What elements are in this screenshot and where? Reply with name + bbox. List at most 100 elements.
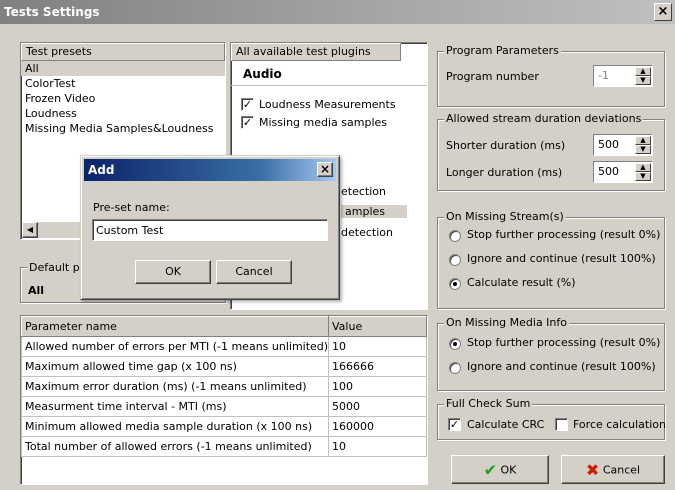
force-calculation-label[interactable]: Force calculation: [573, 418, 666, 431]
spin-down-icon[interactable]: ▼: [635, 145, 651, 154]
plugin-label[interactable]: Missing media samples: [259, 116, 387, 129]
spin-down-icon[interactable]: ▼: [635, 76, 651, 85]
add-dialog-close-button[interactable]: ×: [317, 162, 333, 177]
shorter-duration-value[interactable]: 500: [598, 138, 619, 151]
longer-duration-value[interactable]: 500: [598, 165, 619, 178]
close-icon: ×: [319, 162, 331, 176]
radio-label[interactable]: Stop further processing (result 0%): [467, 336, 660, 349]
table-row[interactable]: Allowed number of errors per MTI (-1 mea…: [21, 336, 427, 357]
parameter-value-cell[interactable]: 100: [328, 376, 427, 397]
preset-list-item[interactable]: ColorTest: [21, 76, 225, 91]
col-parameter-name[interactable]: Parameter name: [21, 316, 329, 337]
program-number-value[interactable]: -1: [598, 69, 609, 82]
default-preset-label: Default p: [27, 261, 82, 274]
parameter-name-cell: Maximum error duration (ms) (-1 means un…: [21, 376, 329, 397]
radio-label[interactable]: Calculate result (%): [467, 276, 576, 289]
radio-label[interactable]: Stop further processing (result 0%): [467, 228, 660, 241]
add-dialog-cancel-label: Cancel: [235, 265, 273, 278]
table-row[interactable]: Maximum error duration (ms) (-1 means un…: [21, 376, 427, 397]
col-value[interactable]: Value: [328, 316, 427, 337]
add-dialog-ok-label: OK: [165, 265, 181, 278]
cancel-x-icon: ✖: [585, 460, 600, 480]
radio-button[interactable]: [449, 278, 461, 290]
plugin-checkbox[interactable]: ✓: [241, 98, 254, 111]
radio-label[interactable]: Ignore and continue (result 100%): [467, 252, 656, 265]
missing-media-group: [437, 323, 665, 391]
plugin-checkbox[interactable]: ✓: [241, 116, 254, 129]
ok-button[interactable]: ✔ OK: [451, 455, 549, 484]
plugins-group-audio: Audio: [243, 67, 282, 81]
presets-header: Test presets: [21, 43, 225, 61]
scroll-left-button[interactable]: ◀: [22, 222, 38, 238]
parameter-value-cell[interactable]: 10: [328, 336, 427, 357]
shorter-duration-spinner[interactable]: 500 ▲ ▼: [593, 134, 653, 156]
spin-down-icon[interactable]: ▼: [635, 172, 651, 181]
parameter-value-cell[interactable]: 166666: [328, 356, 427, 377]
spin-up-icon[interactable]: ▲: [635, 67, 651, 76]
add-dialog-title: Add: [88, 163, 115, 177]
parameter-name-cell: Total number of allowed errors (-1 means…: [21, 436, 329, 457]
parameter-value-cell[interactable]: 160000: [328, 416, 427, 437]
program-number-label: Program number: [446, 70, 539, 83]
program-number-spinner[interactable]: -1 ▲ ▼: [593, 65, 653, 87]
missing-media-title: On Missing Media Info: [444, 316, 569, 329]
cancel-button[interactable]: ✖ Cancel: [561, 455, 665, 484]
preset-list-item[interactable]: Loudness: [21, 106, 225, 121]
parameter-name-cell: Maximum allowed time gap (x 100 ns): [21, 356, 329, 377]
plugin-label[interactable]: Loudness Measurements: [259, 98, 396, 111]
checksum-title: Full Check Sum: [444, 397, 533, 410]
presets-items: All ColorTest Frozen Video Loudness Missing …: [21, 61, 225, 136]
plugins-header: All available test plugins: [231, 43, 401, 61]
preset-name-input[interactable]: Custom Test: [92, 219, 328, 241]
window-title: Tests Settings: [4, 5, 100, 19]
add-dialog-cancel-button[interactable]: Cancel: [216, 260, 292, 284]
shorter-duration-label: Shorter duration (ms): [446, 139, 566, 152]
plugin-fragment-2: amples: [341, 205, 407, 218]
checkmark-icon: ✔: [483, 460, 498, 480]
plugin-fragment-1: etection: [341, 185, 386, 198]
spin-up-icon[interactable]: ▲: [635, 163, 651, 172]
parameter-name-cell: Minimum allowed media sample duration (x…: [21, 416, 329, 437]
default-preset-value: All: [28, 284, 45, 297]
parameter-value-cell[interactable]: 10: [328, 436, 427, 457]
longer-duration-label: Longer duration (ms): [446, 166, 563, 179]
missing-stream-title: On Missing Stream(s): [444, 210, 566, 223]
radio-button[interactable]: [449, 254, 461, 266]
spin-up-icon[interactable]: ▲: [635, 136, 651, 145]
window-close-button[interactable]: ×: [654, 3, 672, 21]
table-row[interactable]: Maximum allowed time gap (x 100 ns) 16666…: [21, 356, 427, 377]
add-dialog-ok-button[interactable]: OK: [135, 260, 211, 284]
close-icon: ×: [657, 4, 669, 19]
table-row[interactable]: Minimum allowed media sample duration (x…: [21, 416, 427, 437]
ok-button-label: OK: [500, 463, 517, 477]
table-row[interactable]: Measurment time interval - MTI (ms) 5000: [21, 396, 427, 417]
calculate-crc-checkbox[interactable]: ✓: [448, 418, 461, 431]
preset-list-item[interactable]: All: [21, 61, 225, 76]
preset-name-label: Pre-set name:: [93, 201, 170, 214]
program-params-title: Program Parameters: [444, 44, 561, 57]
radio-button[interactable]: [449, 338, 461, 350]
parameters-table[interactable]: Parameter name Value Allowed number of e…: [20, 315, 428, 485]
durations-title: Allowed stream duration deviations: [444, 112, 644, 125]
radio-button[interactable]: [449, 230, 461, 242]
presets-hscrollbar[interactable]: ◀: [22, 222, 82, 238]
parameter-name-cell: Measurment time interval - MTI (ms): [21, 396, 329, 417]
force-calculation-checkbox[interactable]: [555, 418, 568, 431]
window-titlebar: Tests Settings: [0, 0, 675, 24]
cancel-button-label: Cancel: [602, 463, 641, 477]
parameter-name-cell: Allowed number of errors per MTI (-1 mea…: [21, 336, 329, 357]
radio-label[interactable]: Ignore and continue (result 100%): [467, 360, 656, 373]
table-row[interactable]: Total number of allowed errors (-1 means…: [21, 436, 427, 457]
plugin-fragment-3: detection: [341, 226, 393, 239]
parameter-value-cell[interactable]: 5000: [328, 396, 427, 417]
parameters-grid: Parameter name Value Allowed number of e…: [21, 316, 427, 457]
add-dialog: Add × Pre-set name: Custom Test OK Cance…: [80, 155, 340, 300]
preset-list-item[interactable]: Frozen Video: [21, 91, 225, 106]
preset-name-value[interactable]: Custom Test: [96, 224, 163, 237]
longer-duration-spinner[interactable]: 500 ▲ ▼: [593, 161, 653, 183]
calculate-crc-label[interactable]: Calculate CRC: [467, 418, 544, 431]
plugins-header-label: All available test plugins: [236, 45, 371, 58]
radio-button[interactable]: [449, 362, 461, 374]
preset-list-item[interactable]: Missing Media Samples&Loudness: [21, 121, 225, 136]
add-dialog-titlebar: Add: [84, 159, 336, 181]
